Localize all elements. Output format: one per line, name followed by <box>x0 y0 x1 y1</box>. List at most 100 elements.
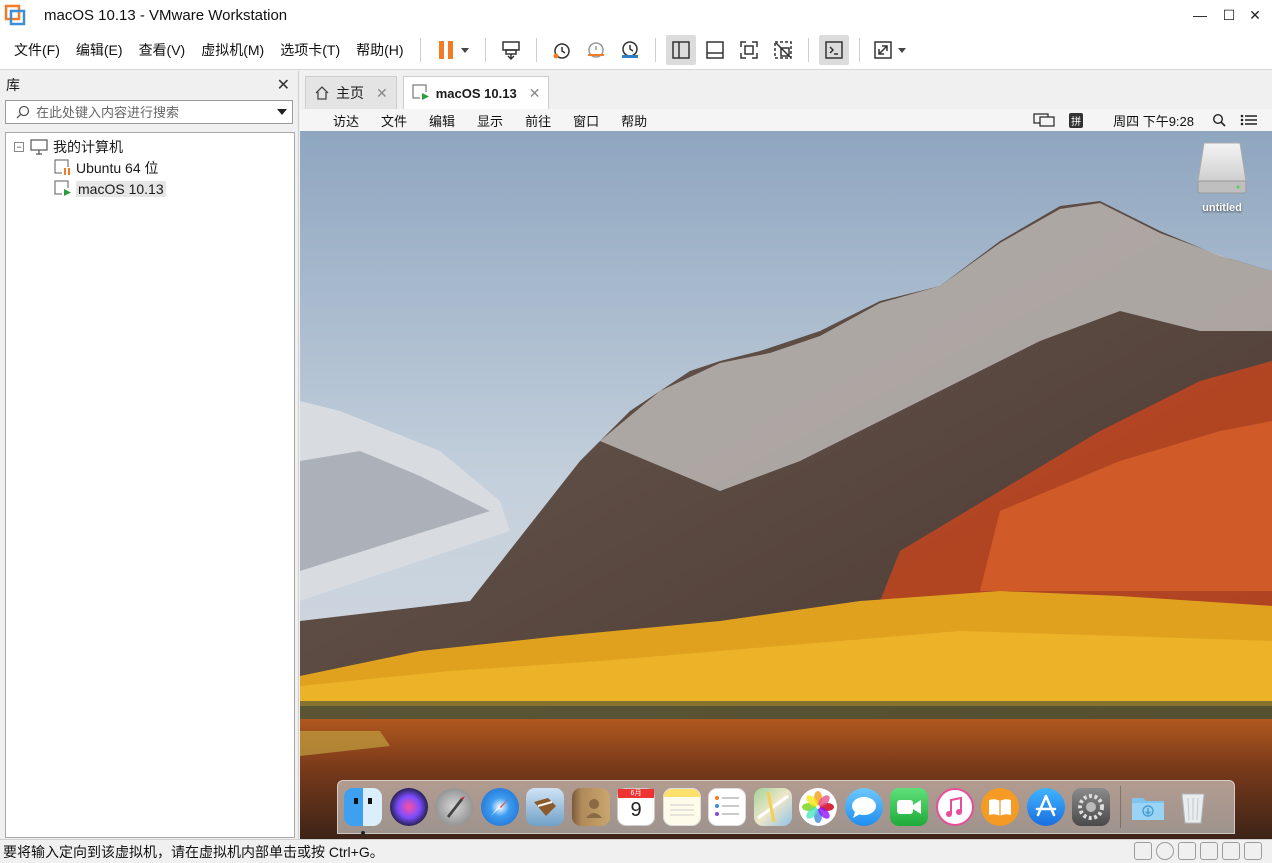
stretch-guest-icon[interactable] <box>870 35 914 65</box>
menu-help[interactable]: 帮助(H) <box>348 30 411 70</box>
library-panel: 库 ✕ − 我的计算机 Ubuntu 64 位 macOS 10.13 <box>0 71 298 839</box>
app-store-icon[interactable] <box>1026 788 1065 826</box>
photos-icon[interactable] <box>799 788 837 826</box>
guest-menu-finder[interactable]: 访达 <box>322 111 370 130</box>
guest-menu-view[interactable]: 显示 <box>466 111 514 130</box>
guest-menu-file[interactable]: 文件 <box>370 111 418 130</box>
search-icon <box>16 105 30 119</box>
menu-view[interactable]: 查看(V) <box>131 30 194 70</box>
tree-item-label: macOS 10.13 <box>76 181 166 197</box>
home-icon <box>314 85 330 101</box>
trash-icon[interactable] <box>1174 788 1212 826</box>
desktop-disk-icon[interactable]: untitled <box>1192 141 1252 214</box>
messages-icon[interactable] <box>844 788 883 826</box>
snapshot-icon[interactable] <box>547 35 577 65</box>
tab-label: 主页 <box>336 85 364 101</box>
usb-status-icon[interactable] <box>1200 842 1218 860</box>
library-search-box[interactable] <box>5 100 293 124</box>
vm-paused-icon <box>54 159 72 177</box>
library-tree: − 我的计算机 Ubuntu 64 位 macOS 10.13 <box>5 132 295 838</box>
toolbar-separator <box>535 37 537 62</box>
display-mirroring-icon[interactable] <box>1033 113 1055 127</box>
show-library-icon[interactable] <box>665 34 696 65</box>
toolbar-separator <box>654 37 656 62</box>
library-close-button[interactable]: ✕ <box>277 75 290 95</box>
pause-icon[interactable] <box>431 35 475 65</box>
computer-icon <box>30 139 48 155</box>
menu-toolbar: 文件(F) 编辑(E) 查看(V) 虚拟机(M) 选项卡(T) 帮助(H) <box>0 30 1272 70</box>
thumbnail-bar-icon[interactable] <box>700 35 730 65</box>
menu-vm[interactable]: 虚拟机(M) <box>193 30 272 70</box>
calendar-month: 6月 <box>618 789 654 798</box>
tab-close-icon[interactable]: ✕ <box>376 85 388 102</box>
tab-macos[interactable]: macOS 10.13 ✕ <box>402 76 550 109</box>
launchpad-icon[interactable] <box>435 788 473 826</box>
dock-separator <box>1119 786 1121 828</box>
notes-icon[interactable] <box>662 788 701 826</box>
tab-close-icon[interactable]: ✕ <box>529 85 541 102</box>
finder-icon[interactable] <box>344 788 382 835</box>
guest-screen[interactable]: 访达 文件 编辑 显示 前往 窗口 帮助 拼 周四 下午9:28 untitle… <box>300 109 1272 839</box>
guest-menubar: 访达 文件 编辑 显示 前往 窗口 帮助 拼 周四 下午9:28 <box>300 109 1272 131</box>
console-view-icon[interactable] <box>818 34 849 65</box>
tab-strip: 主页 ✕ macOS 10.13 ✕ <box>299 76 550 110</box>
cd-rom-status-icon[interactable] <box>1156 842 1174 860</box>
toolbar-separator <box>858 37 860 62</box>
system-preferences-icon[interactable] <box>1072 788 1110 826</box>
tree-item-ubuntu[interactable]: Ubuntu 64 位 <box>54 158 159 178</box>
tree-item-macos[interactable]: macOS 10.13 <box>54 179 166 199</box>
send-ctrl-alt-del-icon[interactable] <box>496 35 526 65</box>
running-indicator <box>361 831 365 835</box>
facetime-icon[interactable] <box>890 788 928 826</box>
title-bar: macOS 10.13 - VMware Workstation — ☐ ✕ <box>0 0 1272 30</box>
downloads-folder-icon[interactable] <box>1129 788 1167 826</box>
status-bar: 要将输入定向到该虚拟机，请在虚拟机内部单击或按 Ctrl+G。 <box>0 839 1272 863</box>
vmware-app-icon[interactable] <box>4 4 26 26</box>
full-screen-icon[interactable] <box>734 35 764 65</box>
reminders-icon[interactable] <box>708 788 746 826</box>
sound-status-icon[interactable] <box>1222 842 1240 860</box>
search-dropdown-icon[interactable] <box>277 109 287 115</box>
guest-menu-help[interactable]: 帮助 <box>610 111 658 130</box>
unity-icon[interactable] <box>768 35 798 65</box>
search-input[interactable] <box>36 104 266 120</box>
tree-root-my-computer[interactable]: − 我的计算机 <box>14 137 123 157</box>
guest-clock[interactable]: 周四 下午9:28 <box>1113 111 1194 130</box>
revert-snapshot-icon[interactable] <box>581 35 611 65</box>
tab-home[interactable]: 主页 ✕ <box>305 76 397 109</box>
message-log-icon[interactable] <box>1244 842 1262 860</box>
network-status-icon[interactable] <box>1178 842 1196 860</box>
calendar-day: 9 <box>630 799 642 821</box>
hard-disk-status-icon[interactable] <box>1134 842 1152 860</box>
status-message: 要将输入定向到该虚拟机，请在虚拟机内部单击或按 Ctrl+G。 <box>3 843 384 860</box>
guest-status-area: 拼 周四 下午9:28 <box>1033 109 1272 131</box>
maps-icon[interactable] <box>753 788 792 826</box>
guest-menu-window[interactable]: 窗口 <box>562 111 610 130</box>
collapse-toggle-icon[interactable]: − <box>14 142 24 152</box>
close-button[interactable]: ✕ <box>1238 0 1272 30</box>
mail-icon[interactable] <box>526 788 564 826</box>
menu-tabs[interactable]: 选项卡(T) <box>272 30 348 70</box>
guest-menu-go[interactable]: 前往 <box>514 111 562 130</box>
itunes-icon[interactable] <box>935 788 974 826</box>
toolbar-separator <box>807 37 809 62</box>
notification-center-icon[interactable] <box>1240 114 1258 126</box>
menu-file[interactable]: 文件(F) <box>6 30 68 70</box>
contacts-icon[interactable] <box>571 788 610 826</box>
main-area: 主页 ✕ macOS 10.13 ✕ 访达 文件 编辑 显示 前往 窗口 帮助 … <box>298 71 1272 839</box>
toolbar-separator <box>419 37 421 62</box>
desktop-disk-label: untitled <box>1202 202 1242 214</box>
hard-disk-icon <box>1197 142 1247 194</box>
snapshot-manager-icon[interactable] <box>615 35 645 65</box>
toolbar-separator <box>484 37 486 62</box>
guest-menu-edit[interactable]: 编辑 <box>418 111 466 130</box>
input-method-icon[interactable]: 拼 <box>1069 112 1084 128</box>
calendar-icon[interactable]: 6月 9 <box>617 788 655 826</box>
ibooks-icon[interactable] <box>981 788 1019 826</box>
tree-root-label: 我的计算机 <box>53 139 123 155</box>
vm-running-icon <box>412 84 430 102</box>
safari-icon[interactable] <box>480 788 519 826</box>
spotlight-icon[interactable] <box>1212 113 1226 127</box>
menu-edit[interactable]: 编辑(E) <box>68 30 131 70</box>
siri-icon[interactable] <box>389 788 428 826</box>
